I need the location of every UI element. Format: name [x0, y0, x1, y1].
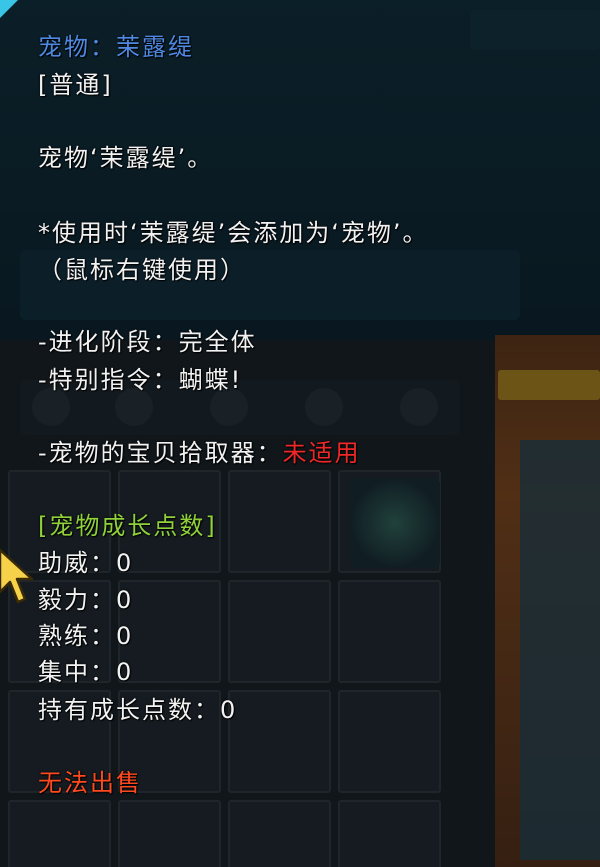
pickup-row: -宠物的宝贝拾取器：未适用 [38, 438, 361, 468]
item-tooltip: 宠物：茉露缇 [普通] 宠物‘茉露缇’。 *使用时‘茉露缇’会添加为‘宠物’。 … [0, 0, 600, 867]
special-command: -特别指令：蝴蝶! [38, 366, 243, 394]
item-grade: [普通] [38, 71, 113, 99]
item-description: 宠物‘茉露缇’。 [38, 144, 214, 172]
stat-value: 0 [116, 658, 134, 686]
stat-row: 集中：0 [38, 657, 133, 687]
stat-value: 0 [116, 622, 134, 650]
growth-header: [宠物成长点数] [38, 512, 217, 540]
stat-label: 集中： [38, 658, 116, 686]
usage-line-2: （鼠标右键使用） [38, 256, 246, 284]
stat-row: 熟练：0 [38, 621, 133, 651]
stat-label: 助威： [38, 549, 116, 577]
stat-label: 熟练： [38, 622, 116, 650]
stat-row: 助威：0 [38, 548, 133, 578]
pickup-value: 未适用 [282, 439, 361, 467]
tooltip-corner-gem [0, 0, 18, 18]
stat-label: 持有成长点数： [38, 696, 220, 724]
stat-value: 0 [116, 549, 134, 577]
stat-row: 毅力：0 [38, 585, 133, 615]
usage-line-1: *使用时‘茉露缇’会添加为‘宠物’。 [38, 219, 429, 247]
item-title: 宠物：茉露缇 [38, 33, 194, 61]
evolution-stage: -进化阶段：完全体 [38, 328, 257, 356]
stat-value: 0 [220, 696, 238, 724]
stat-value: 0 [116, 586, 134, 614]
pickup-label: -宠物的宝贝拾取器： [38, 439, 283, 467]
stat-label: 毅力： [38, 586, 116, 614]
cursor-arrow-icon [0, 548, 34, 604]
stat-row: 持有成长点数：0 [38, 695, 237, 725]
sell-status: 无法出售 [38, 769, 142, 797]
